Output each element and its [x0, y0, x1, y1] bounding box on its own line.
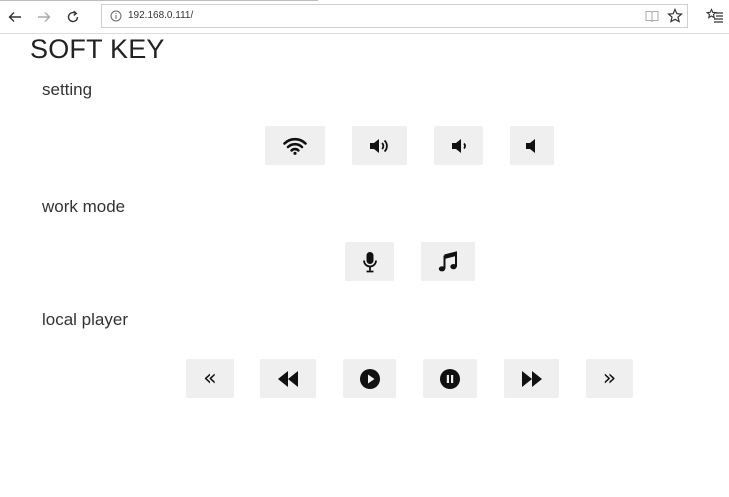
page-title: SOFT KEY — [30, 34, 165, 64]
play-circle-icon — [359, 368, 380, 389]
wifi-icon — [283, 137, 307, 155]
section-label-setting: setting — [42, 80, 93, 99]
browser-toolbar: 192.168.0.111/ — [0, 0, 729, 34]
volume-up-button[interactable] — [434, 126, 483, 165]
section-label-work-mode: work mode — [42, 197, 126, 216]
address-bar[interactable]: 192.168.0.111/ — [101, 4, 688, 28]
refresh-button[interactable] — [62, 6, 84, 28]
previous-track-button[interactable]: « — [186, 359, 234, 398]
favorites-list-icon[interactable] — [706, 8, 724, 24]
reading-view-icon[interactable] — [645, 9, 659, 23]
volume-off-icon — [526, 138, 535, 153]
double-chevron-left-icon: « — [203, 365, 217, 391]
wifi-button[interactable] — [265, 126, 325, 165]
rewind-icon — [278, 370, 298, 387]
microphone-icon — [362, 251, 377, 272]
pause-circle-icon — [440, 368, 460, 389]
info-icon[interactable] — [110, 10, 122, 22]
back-button[interactable] — [4, 6, 26, 28]
music-mode-button[interactable] — [421, 242, 475, 281]
play-button[interactable] — [343, 359, 396, 398]
tab-strip-edge — [0, 0, 318, 1]
fast-forward-icon — [521, 370, 542, 387]
microphone-mode-button[interactable] — [345, 242, 394, 281]
volume-low-icon — [451, 138, 466, 153]
fast-forward-button[interactable] — [504, 359, 559, 398]
address-url[interactable]: 192.168.0.111/ — [128, 10, 193, 21]
refresh-icon — [67, 10, 79, 23]
back-arrow-icon — [8, 12, 21, 22]
pause-button[interactable] — [423, 359, 477, 398]
volume-down-button[interactable] — [510, 126, 554, 165]
volume-high-icon — [369, 138, 388, 153]
section-label-local-player: local player — [42, 310, 128, 329]
next-track-button[interactable]: » — [586, 359, 633, 398]
music-note-icon — [438, 250, 457, 271]
double-chevron-right-icon: » — [602, 365, 617, 391]
volume-max-button[interactable] — [352, 126, 407, 165]
forward-button[interactable] — [33, 6, 55, 28]
favorite-star-icon[interactable] — [667, 8, 683, 24]
rewind-button[interactable] — [260, 359, 316, 398]
forward-arrow-icon — [38, 12, 51, 22]
